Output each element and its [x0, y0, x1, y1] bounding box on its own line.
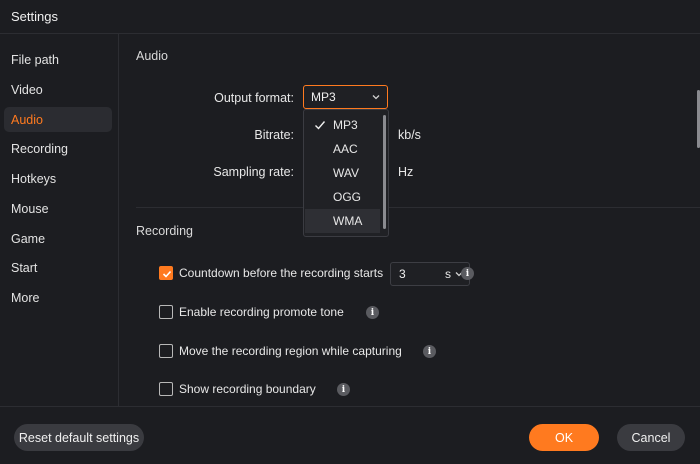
dropdown-option-label: MP3: [333, 118, 358, 132]
sidebar-item-recording[interactable]: Recording: [4, 136, 112, 161]
show-boundary-checkbox[interactable]: [159, 382, 173, 396]
info-icon[interactable]: i: [461, 267, 474, 280]
settings-sidebar: File path Video Audio Recording Hotkeys …: [0, 34, 119, 406]
move-region-label: Move the recording region while capturin…: [179, 344, 402, 358]
chevron-down-icon: [372, 95, 380, 100]
sidebar-item-more[interactable]: More: [4, 285, 112, 310]
sidebar-item-label: Hotkeys: [11, 171, 57, 186]
sidebar-item-game[interactable]: Game: [4, 226, 112, 251]
show-boundary-row: Show recording boundary: [159, 382, 316, 396]
sidebar-item-label: Video: [11, 82, 43, 97]
sidebar-item-hotkeys[interactable]: Hotkeys: [4, 166, 112, 191]
checkmark-icon: [162, 270, 172, 278]
sidebar-item-audio[interactable]: Audio: [4, 107, 112, 132]
countdown-checkbox[interactable]: [159, 266, 173, 280]
move-region-row: Move the recording region while capturin…: [159, 344, 402, 358]
countdown-label: Countdown before the recording starts: [179, 266, 384, 280]
dropdown-option-wav[interactable]: WAV: [305, 161, 380, 185]
output-format-select[interactable]: MP3: [303, 85, 388, 109]
sampling-rate-label: Sampling rate:: [213, 165, 294, 179]
output-format-value: MP3: [311, 90, 336, 104]
countdown-row: Countdown before the recording starts: [159, 266, 383, 280]
promote-tone-row: Enable recording promote tone: [159, 305, 344, 319]
info-icon[interactable]: i: [337, 383, 350, 396]
promote-tone-checkbox[interactable]: [159, 305, 173, 319]
sidebar-item-label: Mouse: [11, 201, 49, 216]
section-divider: [136, 207, 700, 208]
output-format-label: Output format:: [214, 91, 294, 105]
sidebar-item-label: Recording: [11, 141, 68, 156]
sidebar-item-label: Start: [11, 260, 38, 275]
dropdown-option-wma[interactable]: WMA: [305, 209, 380, 233]
bitrate-unit: kb/s: [398, 128, 421, 142]
sidebar-item-label: More: [11, 290, 40, 305]
dropdown-scrollbar[interactable]: [383, 115, 386, 229]
checkmark-icon: [315, 121, 326, 130]
dropdown-option-ogg[interactable]: OGG: [305, 185, 380, 209]
sidebar-item-start[interactable]: Start: [4, 255, 112, 280]
reset-defaults-button[interactable]: Reset default settings: [14, 424, 144, 451]
dropdown-option-aac[interactable]: AAC: [305, 137, 380, 161]
dropdown-option-label: WMA: [333, 214, 363, 228]
dropdown-option-label: AAC: [333, 142, 358, 156]
sidebar-item-label: Audio: [11, 112, 43, 127]
sidebar-item-video[interactable]: Video: [4, 77, 112, 102]
countdown-unit: s: [445, 267, 451, 281]
info-icon[interactable]: i: [366, 306, 379, 319]
dropdown-option-label: WAV: [333, 166, 359, 180]
bitrate-label: Bitrate:: [254, 128, 294, 142]
sidebar-item-file-path[interactable]: File path: [4, 47, 112, 72]
audio-section-title: Audio: [136, 49, 168, 63]
sidebar-item-label: Game: [11, 231, 46, 246]
info-icon[interactable]: i: [423, 345, 436, 358]
dropdown-option-label: OGG: [333, 190, 362, 204]
window-titlebar: Settings: [0, 0, 700, 34]
output-format-dropdown: MP3 AAC WAV OGG WMA: [303, 109, 389, 237]
recording-section-title: Recording: [136, 224, 193, 238]
settings-content: Audio Output format: MP3 Bitrate: kb/s S…: [120, 34, 700, 406]
cancel-button[interactable]: Cancel: [617, 424, 685, 451]
dropdown-option-mp3[interactable]: MP3: [305, 113, 380, 137]
promote-tone-label: Enable recording promote tone: [179, 305, 344, 319]
countdown-seconds-select[interactable]: 3: [390, 262, 470, 286]
sampling-rate-unit: Hz: [398, 165, 414, 179]
move-region-checkbox[interactable]: [159, 344, 173, 358]
settings-footer: Reset default settings OK Cancel: [0, 406, 700, 464]
sidebar-item-mouse[interactable]: Mouse: [4, 196, 112, 221]
ok-button[interactable]: OK: [529, 424, 599, 451]
sidebar-item-label: File path: [11, 52, 59, 67]
show-boundary-label: Show recording boundary: [179, 382, 316, 396]
window-title: Settings: [11, 9, 58, 24]
countdown-seconds-value: 3: [399, 267, 406, 281]
